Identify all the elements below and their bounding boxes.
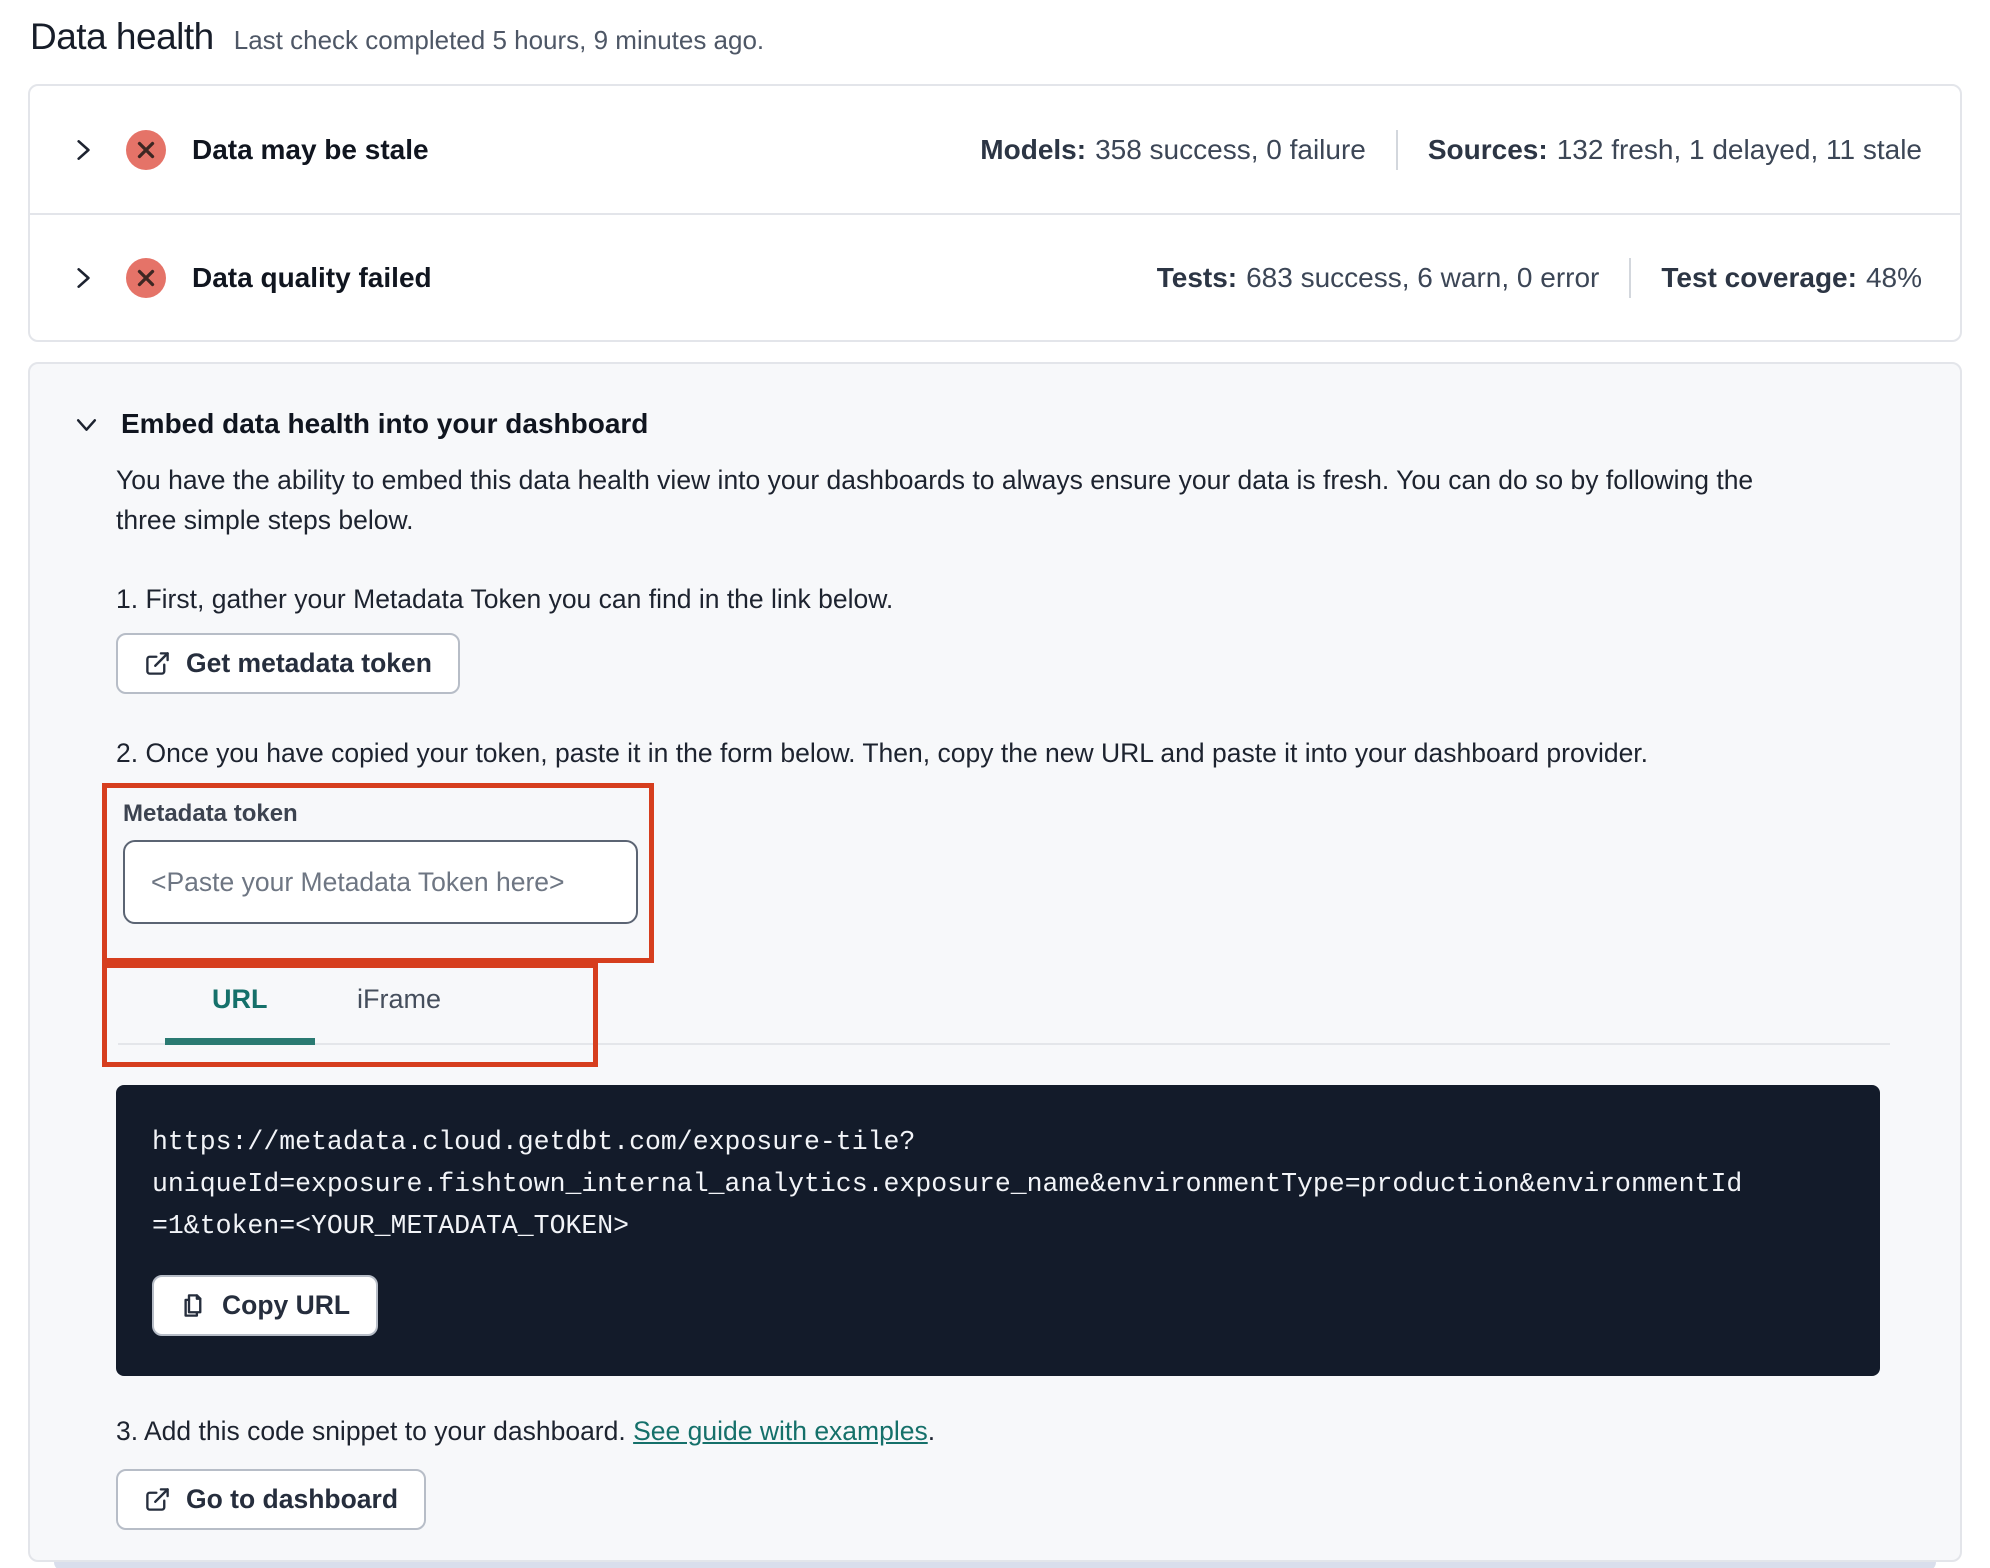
annotation-box-tabs: URL iFrame: [102, 963, 598, 1067]
embed-section-card: Embed data health into your dashboard Yo…: [28, 362, 1962, 1562]
page-title: Data health: [30, 16, 214, 57]
tests-stat: Tests: 683 success, 6 warn, 0 error: [1157, 262, 1600, 294]
metadata-token-label: Metadata token: [123, 800, 298, 827]
get-metadata-token-button[interactable]: Get metadata token: [116, 633, 460, 694]
data-health-page: Data health Last check completed 5 hours…: [0, 0, 1990, 1568]
step-2-text: 2. Once you have copied your token, past…: [116, 738, 1649, 768]
coverage-stat: Test coverage: 48%: [1661, 262, 1922, 294]
status-row-quality[interactable]: Data quality failed Tests: 683 success, 6…: [30, 213, 1960, 340]
status-row-title: Data quality failed: [192, 261, 432, 293]
stats-divider: [1629, 257, 1632, 298]
stat-label: Sources:: [1427, 133, 1548, 165]
external-link-icon: [146, 652, 169, 675]
models-stat: Models: 358 success, 0 failure: [980, 134, 1366, 166]
tab-url[interactable]: URL: [212, 984, 268, 1015]
external-link-icon: [146, 1488, 169, 1511]
section-description: You have the ability to embed this data …: [116, 465, 1754, 535]
stat-value: 683 success, 6 warn, 0 error: [1246, 261, 1600, 293]
embed-section-header[interactable]: Embed data health into your dashboard: [30, 408, 1960, 440]
section-heading: Embed data health into your dashboard: [121, 408, 649, 439]
active-tab-underline: [165, 1038, 315, 1045]
step-3-text: 3. Add this code snippet to your dashboa…: [116, 1416, 1960, 1447]
embed-url-code-block: https://metadata.cloud.getdbt.com/exposu…: [116, 1085, 1880, 1376]
tab-iframe[interactable]: iFrame: [357, 984, 441, 1015]
step-1-text: 1. First, gather your Metadata Token you…: [116, 584, 894, 614]
stat-label: Tests:: [1156, 261, 1238, 293]
stat-label: Models:: [980, 133, 1087, 165]
code-line: =1&token=<YOUR_METADATA_TOKEN>: [152, 1211, 630, 1241]
stat-label: Test coverage:: [1661, 261, 1857, 293]
stat-value: 132 fresh, 1 delayed, 11 stale: [1556, 133, 1922, 165]
step-3-prefix: 3. Add this code snippet to your dashboa…: [116, 1416, 634, 1446]
button-label: Get metadata token: [186, 648, 432, 678]
button-label: Copy URL: [222, 1290, 351, 1320]
next-card-top-edge: [54, 1562, 1936, 1568]
go-to-dashboard-button[interactable]: Go to dashboard: [116, 1469, 426, 1530]
sources-stat: Sources: 132 fresh, 1 delayed, 11 stale: [1428, 134, 1922, 166]
code-line: uniqueId=exposure.fishtown_internal_anal…: [152, 1169, 1743, 1199]
status-card: Data may be stale Models: 358 success, 0 …: [28, 84, 1962, 342]
guide-link[interactable]: See guide with examples: [633, 1416, 928, 1446]
chevron-down-icon[interactable]: [74, 412, 99, 437]
chevron-right-icon[interactable]: [70, 137, 96, 163]
code-line: https://metadata.cloud.getdbt.com/exposu…: [152, 1127, 916, 1157]
chevron-right-icon[interactable]: [70, 265, 96, 291]
stat-value: 48%: [1865, 261, 1922, 293]
status-row-title: Data may be stale: [192, 133, 429, 165]
stat-value: 358 success, 0 failure: [1095, 133, 1366, 165]
button-label: Go to dashboard: [186, 1484, 398, 1514]
last-check-status: Last check completed 5 hours, 9 minutes …: [233, 25, 765, 55]
status-row-stats: Models: 358 success, 0 failure Sources: 13…: [980, 129, 1922, 170]
page-header: Data health Last check completed 5 hours…: [28, 16, 1962, 58]
x-circle-icon: [126, 129, 166, 170]
metadata-token-input[interactable]: [123, 840, 638, 924]
stats-divider: [1395, 129, 1398, 170]
copy-icon: [184, 1294, 202, 1317]
embed-output-tabs: URL iFrame: [102, 963, 1910, 1067]
step-3-suffix: .: [927, 1416, 936, 1446]
status-row-stale[interactable]: Data may be stale Models: 358 success, 0 …: [30, 86, 1960, 213]
copy-url-button[interactable]: Copy URL: [152, 1275, 379, 1336]
annotation-box-token: Metadata token: [102, 783, 654, 963]
x-circle-icon: [126, 257, 166, 298]
status-row-stats: Tests: 683 success, 6 warn, 0 error Test …: [1157, 257, 1922, 298]
